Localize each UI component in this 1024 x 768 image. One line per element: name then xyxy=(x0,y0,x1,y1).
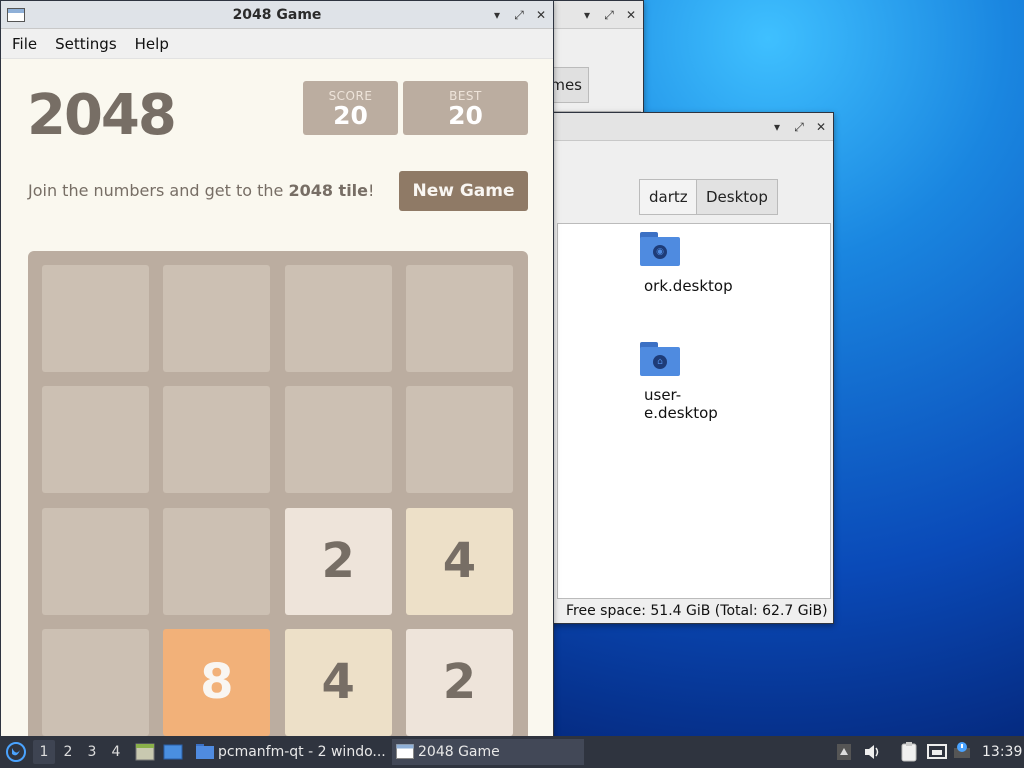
empty-cell xyxy=(405,265,513,372)
tile-2: 2 xyxy=(405,628,513,736)
task-label: 2048 Game xyxy=(418,744,500,760)
workspace-3[interactable]: 3 xyxy=(81,740,103,764)
menu-help[interactable]: Help xyxy=(126,35,178,53)
empty-cell xyxy=(163,265,271,372)
empty-cell xyxy=(42,265,149,372)
folder-icon xyxy=(196,744,214,759)
score-value: 20 xyxy=(333,101,368,130)
network-icon[interactable] xyxy=(926,736,948,768)
path-button-desktop[interactable]: Desktop xyxy=(696,179,778,215)
maximize-icon[interactable]: ⤢ xyxy=(793,121,805,133)
empty-cell xyxy=(163,386,271,494)
game-board[interactable]: 24842 xyxy=(28,251,528,739)
tile-2: 2 xyxy=(284,507,392,615)
empty-cell xyxy=(284,265,392,372)
menu-settings[interactable]: Settings xyxy=(46,35,126,53)
minimize-icon[interactable]: ▾ xyxy=(581,9,593,21)
new-game-button[interactable]: New Game xyxy=(399,171,528,211)
menu-bar: File Settings Help xyxy=(1,29,553,59)
score-label: SCORE xyxy=(328,89,373,103)
game-window: 2048 Game ▾ ⤢ ✕ File Settings Help 2048 … xyxy=(0,0,554,740)
empty-cell xyxy=(163,507,271,615)
minimize-icon[interactable]: ▾ xyxy=(771,121,783,133)
tile-4: 4 xyxy=(405,507,513,615)
workspace-4[interactable]: 4 xyxy=(105,740,127,764)
game-heading: 2048 xyxy=(27,83,177,148)
best-box: BEST 20 xyxy=(403,81,528,135)
tray-up-arrow-icon[interactable] xyxy=(836,736,852,768)
file-item-network[interactable]: ork.desktop xyxy=(644,277,784,295)
task-2048-game[interactable]: 2048 Game xyxy=(392,739,584,765)
score-box: SCORE 20 xyxy=(303,81,398,135)
task-pcmanfm[interactable]: pcmanfm-qt - 2 windo... xyxy=(192,739,386,765)
window-title: 2048 Game xyxy=(232,7,322,23)
window-icon xyxy=(396,744,414,759)
empty-cell xyxy=(42,386,149,494)
workspace-2[interactable]: 2 xyxy=(57,740,79,764)
empty-cell xyxy=(42,507,149,615)
intro-start: Join the numbers and get to the xyxy=(28,181,289,200)
close-icon[interactable]: ✕ xyxy=(815,121,827,133)
status-bar: Free space: 51.4 GiB (Total: 62.7 GiB) xyxy=(566,603,828,619)
show-desktop-icon[interactable] xyxy=(162,736,184,768)
fm2-titlebar[interactable]: ▾ ⤢ ✕ xyxy=(551,113,833,141)
empty-cell xyxy=(405,386,513,494)
close-icon[interactable]: ✕ xyxy=(535,9,547,21)
file-item-user-home[interactable]: user- e.desktop xyxy=(644,386,784,422)
menu-file[interactable]: File xyxy=(3,35,46,53)
taskbar: 1 2 3 4 pcmanfm-qt - 2 windo... 2048 Gam… xyxy=(0,736,1024,768)
intro-bold: 2048 tile xyxy=(288,181,369,200)
game-titlebar[interactable]: 2048 Game ▾ ⤢ ✕ xyxy=(1,1,553,29)
workspace-1[interactable]: 1 xyxy=(33,740,55,764)
intro-text: Join the numbers and get to the 2048 til… xyxy=(28,181,374,200)
file-manager-window-2: ▾ ⤢ ✕ dartz Desktop ◉ ork.desktop ⌂ user… xyxy=(550,112,834,624)
fm1-titlebar[interactable]: ▾ ⤢ ✕ xyxy=(541,1,643,29)
minimize-icon[interactable]: ▾ xyxy=(491,9,503,21)
best-label: BEST xyxy=(449,89,482,103)
tile-4: 4 xyxy=(284,628,392,736)
notification-icon[interactable] xyxy=(952,736,972,768)
volume-icon[interactable] xyxy=(862,736,882,768)
file-name-line1: user- xyxy=(644,386,682,404)
start-menu-icon[interactable] xyxy=(4,736,28,768)
clock[interactable]: 13:39 xyxy=(982,736,1022,768)
best-value: 20 xyxy=(448,101,483,130)
path-button-dartz[interactable]: dartz xyxy=(639,179,698,215)
fm2-file-pane[interactable]: ◉ ork.desktop ⌂ user- e.desktop xyxy=(557,223,831,599)
game-area: 2048 SCORE 20 BEST 20 Join the numbers a… xyxy=(1,59,553,739)
close-icon[interactable]: ✕ xyxy=(625,9,637,21)
home-folder-icon[interactable]: ⌂ xyxy=(640,342,680,376)
file-name-line2: e.desktop xyxy=(644,404,718,422)
maximize-icon[interactable]: ⤢ xyxy=(603,9,615,21)
empty-cell xyxy=(42,628,149,736)
intro-end: ! xyxy=(368,181,375,200)
globe-folder-icon[interactable]: ◉ xyxy=(640,232,680,266)
maximize-icon[interactable]: ⤢ xyxy=(513,9,525,21)
file-manager-launcher-icon[interactable] xyxy=(134,736,156,768)
tile-8: 8 xyxy=(163,628,271,736)
clipboard-icon[interactable] xyxy=(898,736,920,768)
file-name: ork.desktop xyxy=(644,277,733,295)
task-label: pcmanfm-qt - 2 windo... xyxy=(218,744,386,760)
empty-cell xyxy=(284,386,392,494)
